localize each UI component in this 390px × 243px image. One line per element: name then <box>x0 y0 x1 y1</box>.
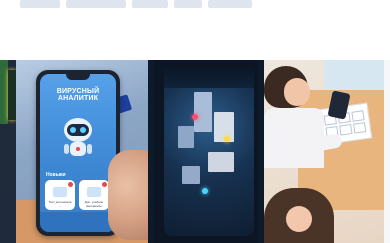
building <box>182 166 200 184</box>
page-header <box>0 0 390 60</box>
section-title: Новыки <box>46 172 66 178</box>
left-photo-strip <box>0 60 16 243</box>
robot-icon <box>64 118 92 156</box>
app-title: ВИРУСНЫЙ АНАЛИТИК <box>56 88 100 103</box>
ar-city-scene <box>164 66 254 236</box>
notch <box>66 74 90 80</box>
card-label: Тест для начала ... <box>48 200 72 208</box>
photo-ar-city <box>148 60 264 243</box>
student-2 <box>264 188 334 243</box>
header-text-blur <box>20 0 252 10</box>
student-face <box>284 78 310 106</box>
photo-classroom <box>264 60 384 243</box>
photo-phone-app: ВИРУСНЫЙ АНАЛИТИК Новыки Тест для начала… <box>16 60 148 243</box>
hand <box>108 150 148 240</box>
doc-icon <box>87 187 101 197</box>
smartphone-ar <box>154 60 258 243</box>
card-label: Доп. учебное материалы <box>84 200 104 208</box>
ar-marker <box>224 136 230 142</box>
ar-marker <box>192 114 198 120</box>
building <box>208 152 234 172</box>
right-edge <box>384 60 390 243</box>
app-screen: ВИРУСНЫЙ АНАЛИТИК Новыки Тест для начала… <box>40 74 116 232</box>
app-card-1[interactable]: Тест для начала ... <box>45 180 75 210</box>
ar-marker <box>202 188 208 194</box>
app-card-2[interactable]: Доп. учебное материалы <box>79 180 109 210</box>
sky <box>164 66 254 88</box>
building <box>194 92 212 132</box>
building <box>178 126 194 148</box>
notification-dot <box>102 182 107 187</box>
bottom-bar <box>40 212 116 232</box>
notification-dot <box>68 182 73 187</box>
monitor-icon <box>53 187 67 197</box>
